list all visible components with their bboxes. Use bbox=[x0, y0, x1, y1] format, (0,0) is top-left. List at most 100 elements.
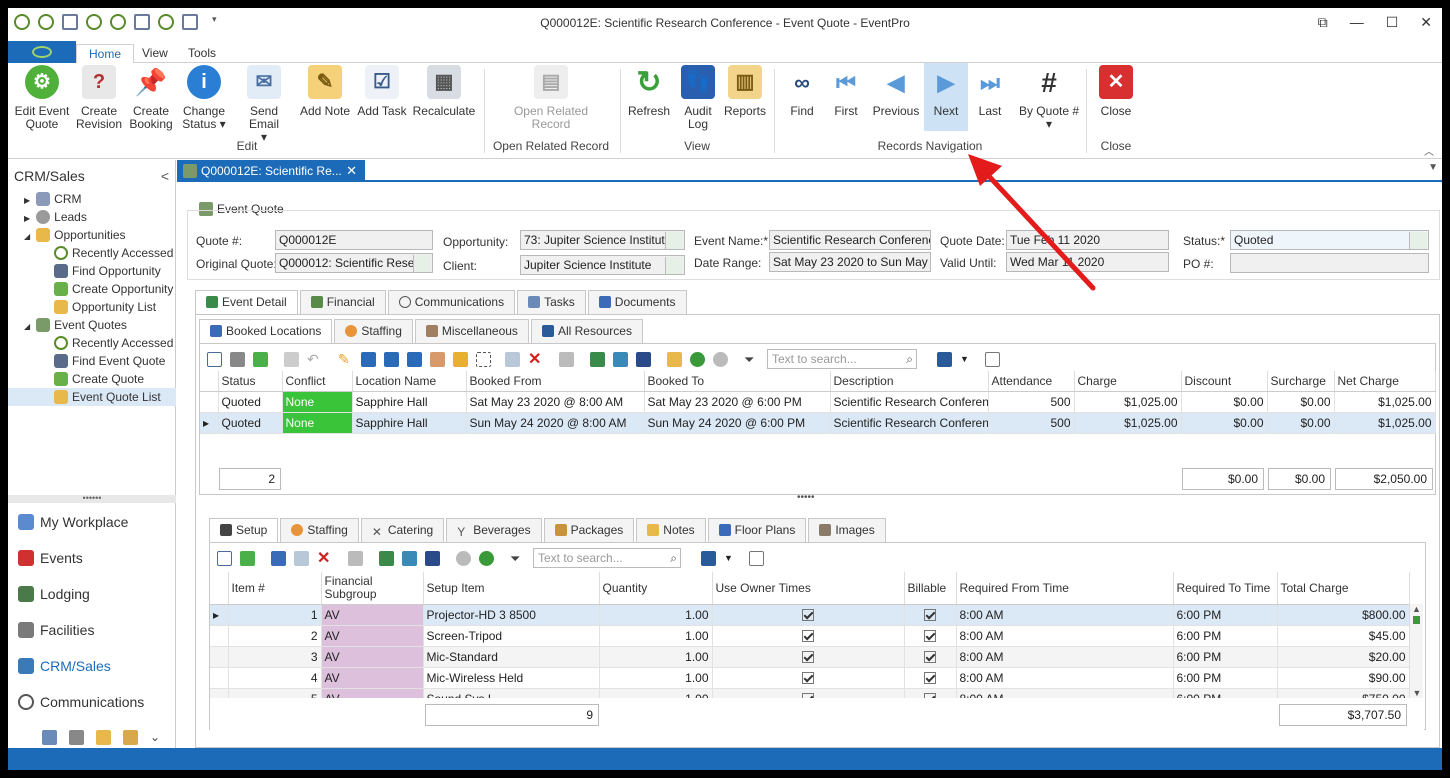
table-cell[interactable]: 1.00 bbox=[599, 667, 713, 689]
checkbox-cell[interactable] bbox=[712, 604, 905, 626]
row-indicator[interactable]: ▸ bbox=[200, 412, 219, 434]
minimize-button[interactable]: — bbox=[1350, 14, 1364, 31]
column-header[interactable]: Total Charge bbox=[1277, 572, 1410, 605]
reports-button[interactable]: ▥ Reports bbox=[722, 65, 768, 118]
table-cell[interactable]: $1,025.00 bbox=[1334, 391, 1436, 413]
filter-icon[interactable]: ⏷ bbox=[510, 551, 525, 566]
close-window-button[interactable]: ✕ bbox=[1420, 14, 1432, 31]
table-cell[interactable]: 6:00 PM bbox=[1173, 604, 1278, 626]
checkbox-checked-icon[interactable] bbox=[802, 629, 814, 642]
tree-item-recently-accessed-quotes[interactable]: Recently Accessed bbox=[8, 334, 176, 352]
add-note-button[interactable]: ✎ Add Note bbox=[298, 65, 352, 118]
nav-crm-sales[interactable]: CRM/Sales bbox=[18, 658, 111, 674]
task-icon[interactable] bbox=[42, 730, 57, 745]
table-cell[interactable]: 1.00 bbox=[599, 604, 713, 626]
clipboard-icon[interactable] bbox=[96, 730, 111, 745]
table-cell[interactable]: $90.00 bbox=[1277, 667, 1410, 689]
book-move-icon[interactable] bbox=[407, 351, 422, 367]
tab-notes[interactable]: Notes bbox=[636, 518, 706, 542]
table-cell[interactable]: 8:00 AM bbox=[956, 604, 1174, 626]
tab-documents[interactable]: Documents bbox=[587, 290, 687, 314]
table-cell[interactable]: Sat May 23 2020 @ 6:00 PM bbox=[644, 391, 831, 413]
table-row[interactable]: ▸ Quoted None Sapphire Hall Sun May 24 2020 … bbox=[200, 412, 1436, 434]
table-cell[interactable]: AV bbox=[321, 667, 424, 689]
search-icon[interactable]: ⌕ bbox=[906, 350, 913, 368]
column-header[interactable]: Conflict bbox=[282, 371, 353, 392]
po-number-field[interactable] bbox=[1230, 253, 1429, 273]
audit-log-button[interactable]: 👣 Audit Log bbox=[676, 65, 720, 131]
tree-item-create-opportunity[interactable]: Create Opportunity bbox=[8, 280, 176, 298]
column-header[interactable]: Discount bbox=[1181, 371, 1268, 392]
column-header[interactable]: Status bbox=[218, 371, 283, 392]
table-cell[interactable]: 8:00 AM bbox=[956, 667, 1174, 689]
table-cell[interactable]: $1,025.00 bbox=[1334, 412, 1436, 434]
new-icon[interactable] bbox=[217, 550, 232, 566]
table-cell[interactable]: AV bbox=[321, 625, 424, 647]
change-status-button[interactable]: i Change Status ▾ bbox=[178, 65, 230, 131]
date-range-field[interactable]: Sat May 23 2020 to Sun May 24 bbox=[769, 252, 931, 272]
tab-booked-locations[interactable]: Booked Locations bbox=[199, 319, 333, 343]
table-cell[interactable]: 6:00 PM bbox=[1173, 625, 1278, 647]
setup-search-input[interactable]: Text to search... ⌕ bbox=[533, 548, 681, 568]
book-location-icon[interactable] bbox=[361, 351, 376, 367]
move-down-icon[interactable] bbox=[479, 550, 494, 566]
table-cell[interactable]: Scientific Research Conference bbox=[830, 412, 989, 434]
table-cell[interactable]: $45.00 bbox=[1277, 625, 1410, 647]
column-header[interactable]: Charge bbox=[1074, 371, 1182, 392]
table-cell[interactable]: Sat May 23 2020 @ 8:00 AM bbox=[466, 391, 645, 413]
table-cell[interactable]: 3 bbox=[228, 646, 322, 668]
checkbox-checked-icon[interactable] bbox=[802, 671, 814, 684]
tree-item-event-quotes[interactable]: ◢ Event Quotes bbox=[8, 316, 176, 334]
table-row[interactable]: 2 AV Screen-Tripod 1.00 8:00 AM 6:00 PM $45.00 bbox=[210, 625, 1410, 647]
move-up-icon[interactable] bbox=[456, 550, 471, 566]
export-icon[interactable] bbox=[613, 351, 628, 367]
table-cell[interactable]: $0.00 bbox=[1267, 412, 1335, 434]
book-copy-icon[interactable] bbox=[384, 351, 399, 367]
table-cell[interactable]: Quoted bbox=[218, 391, 283, 413]
find-button[interactable]: ∞ Find bbox=[782, 65, 822, 118]
row-indicator[interactable] bbox=[210, 646, 229, 668]
tree-item-recently-accessed[interactable]: Recently Accessed bbox=[8, 244, 176, 262]
table-cell[interactable]: Scientific Research Conference bbox=[830, 391, 989, 413]
nav-my-workplace[interactable]: My Workplace bbox=[18, 514, 128, 530]
tree-item-crm[interactable]: ▶ CRM bbox=[8, 190, 176, 208]
column-header[interactable]: Description bbox=[830, 371, 989, 392]
column-header[interactable]: Item # bbox=[228, 572, 322, 605]
lookup-icon[interactable] bbox=[665, 232, 683, 249]
report-icon[interactable] bbox=[667, 351, 682, 367]
table-cell[interactable]: $0.00 bbox=[1181, 412, 1268, 434]
table-cell[interactable]: $0.00 bbox=[1267, 391, 1335, 413]
table-cell[interactable]: Sapphire Hall bbox=[352, 391, 467, 413]
checkbox-cell[interactable] bbox=[712, 667, 905, 689]
close-tab-icon[interactable]: ✕ bbox=[346, 160, 357, 182]
column-header[interactable]: Setup Item bbox=[423, 572, 600, 605]
checkbox-checked-icon[interactable] bbox=[924, 608, 936, 621]
checkbox-cell[interactable] bbox=[904, 646, 957, 668]
export-icon[interactable] bbox=[402, 550, 417, 566]
calculator-icon[interactable] bbox=[69, 730, 84, 745]
checkbox-cell[interactable] bbox=[712, 646, 905, 668]
checkbox-checked-icon[interactable] bbox=[924, 650, 936, 663]
grid-icon[interactable] bbox=[505, 351, 520, 367]
table-row[interactable]: ▸ 1 AV Projector-HD 3 8500 1.00 8:00 AM 6:00 P… bbox=[210, 604, 1410, 626]
tab-all-resources[interactable]: All Resources bbox=[530, 319, 643, 343]
move-down-icon[interactable] bbox=[713, 351, 728, 367]
table-cell[interactable]: 6:00 PM bbox=[1173, 646, 1278, 668]
table-cell[interactable]: 500 bbox=[988, 412, 1075, 434]
last-button[interactable]: ⏭ Last bbox=[970, 65, 1010, 118]
table-cell[interactable]: $1,025.00 bbox=[1074, 391, 1182, 413]
previous-button[interactable]: ◀ Previous bbox=[868, 65, 924, 118]
find-in-grid-icon[interactable] bbox=[748, 550, 764, 566]
tab-home[interactable]: Home bbox=[76, 44, 135, 63]
setup-grid-scrollbar[interactable]: ▲ ▼ bbox=[1409, 604, 1423, 698]
column-header[interactable]: Quantity bbox=[599, 572, 713, 605]
tree-item-event-quote-list[interactable]: Event Quote List bbox=[8, 388, 176, 406]
table-cell[interactable]: 6:00 PM bbox=[1173, 667, 1278, 689]
maximize-button[interactable]: ☐ bbox=[1386, 14, 1399, 31]
undo-icon[interactable]: ↶ bbox=[307, 351, 322, 367]
table-cell[interactable]: AV bbox=[321, 646, 424, 668]
table-cell[interactable]: Quoted bbox=[218, 412, 283, 434]
collapse-panel-button[interactable]: < bbox=[161, 168, 169, 184]
grid-splitter[interactable]: ••••• bbox=[797, 492, 815, 503]
tree-item-opportunity-list[interactable]: Opportunity List bbox=[8, 298, 176, 316]
